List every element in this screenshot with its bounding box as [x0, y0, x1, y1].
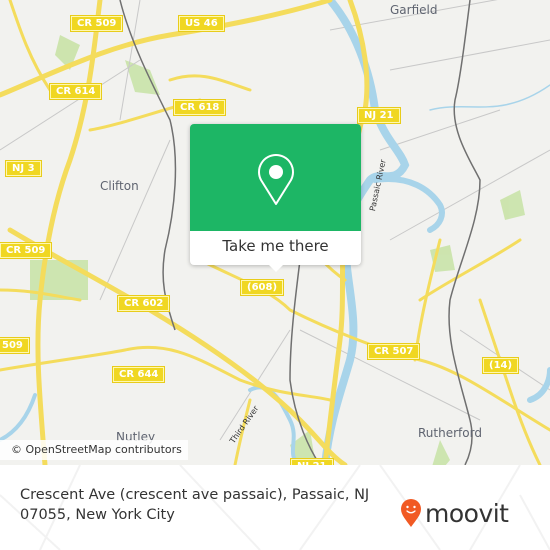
road-shield-cr509: CR 509: [69, 15, 124, 32]
popup-tail: [268, 264, 284, 272]
moovit-wordmark: moovit: [425, 498, 509, 528]
road-us46: [0, 0, 333, 98]
road-shield-cr509: CR 509: [0, 242, 53, 259]
map-attribution[interactable]: © OpenStreetMap contributors: [0, 440, 188, 460]
street: [389, 149, 550, 241]
place-label-rutherford: Rutherford: [418, 426, 482, 440]
road-cr509: [35, 0, 103, 465]
railway: [119, 0, 177, 331]
map-canvas[interactable]: Garfield Clifton Nutley Rutherford Passa…: [0, 0, 550, 465]
place-label-garfield: Garfield: [390, 3, 438, 17]
stream: [0, 393, 37, 442]
road-shield-us46: US 46: [178, 15, 225, 32]
road-shield-cr507: CR 507: [366, 343, 421, 360]
stream: [429, 84, 550, 111]
park: [432, 440, 450, 465]
road-cr644: [0, 345, 332, 402]
railway: [448, 0, 481, 465]
park: [500, 190, 525, 220]
road-shield-cr614: CR 614: [48, 83, 103, 100]
destination-address: Crescent Ave (crescent ave passaic), Pas…: [20, 487, 370, 523]
street: [389, 39, 550, 71]
street: [329, 0, 498, 31]
location-pin-icon: [258, 154, 294, 205]
footer: Crescent Ave (crescent ave passaic), Pas…: [0, 465, 550, 550]
road-shield-cr602: CR 602: [116, 295, 171, 312]
street: [0, 59, 141, 151]
place-label-clifton: Clifton: [100, 179, 139, 193]
road-shield-608: (608): [239, 279, 285, 296]
street: [99, 139, 171, 301]
moovit-logo[interactable]: moovit: [400, 495, 509, 531]
take-me-there-button[interactable]: Take me there: [190, 231, 361, 265]
road-shield-nj3: NJ 3: [5, 160, 42, 177]
road-shield-cr644: CR 644: [111, 366, 166, 383]
street: [119, 0, 141, 121]
road-shield-nj21: NJ 21: [357, 107, 401, 124]
passaic-river-bend: [372, 176, 445, 233]
stream: [527, 367, 550, 403]
road-cr618: [168, 74, 252, 92]
road-rt14: [478, 298, 542, 465]
moovit-pin-icon: [401, 499, 421, 527]
road-shield-cr618: CR 618: [172, 99, 227, 116]
destination-popup: Take me there: [190, 124, 361, 272]
popup-header: [190, 124, 361, 231]
road-shield-14: (14): [481, 357, 520, 374]
road-shield-509: 509: [0, 337, 30, 354]
